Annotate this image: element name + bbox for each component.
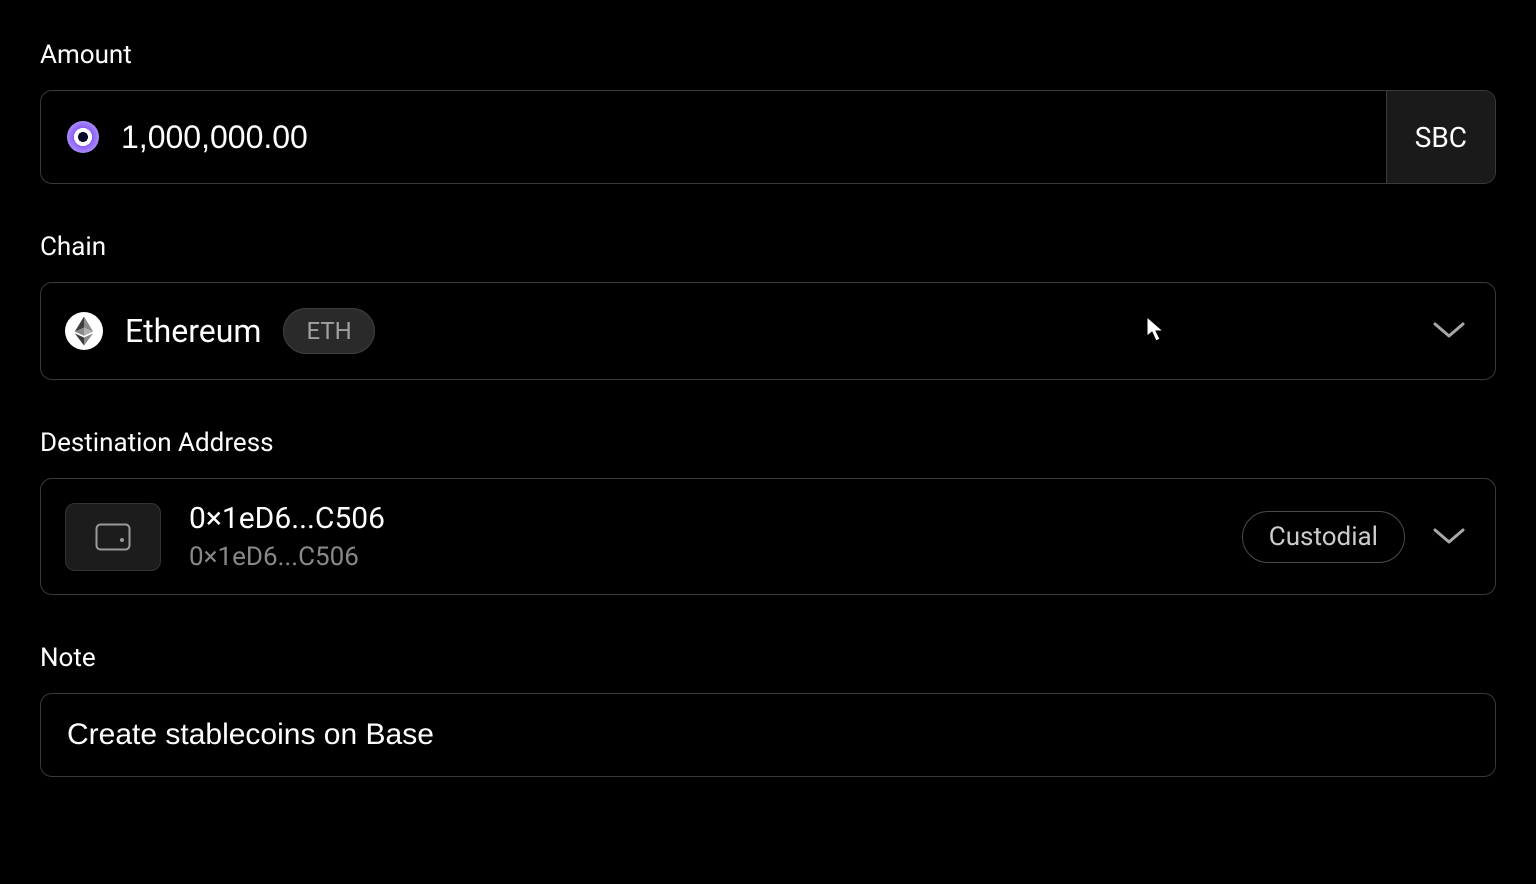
currency-badge: SBC	[1386, 91, 1495, 183]
address-main: 0×1eD6...C506	[189, 501, 385, 536]
chain-name: Ethereum	[125, 312, 261, 350]
amount-input-area[interactable]	[41, 91, 1386, 183]
chain-label: Chain	[40, 232, 1496, 262]
address-stack: 0×1eD6...C506 0×1eD6...C506	[189, 501, 385, 572]
destination-selector[interactable]: 0×1eD6...C506 0×1eD6...C506 Custodial	[40, 478, 1496, 595]
amount-label: Amount	[40, 40, 1496, 70]
wallet-icon	[95, 523, 131, 551]
sbc-token-icon	[67, 121, 99, 153]
chevron-down-icon	[1433, 322, 1465, 340]
chain-selector[interactable]: Ethereum ETH	[40, 282, 1496, 380]
destination-field: Destination Address 0×1eD6...C506 0×1eD6…	[40, 428, 1496, 595]
ethereum-icon	[65, 312, 103, 350]
amount-input-row: SBC	[40, 90, 1496, 184]
amount-input[interactable]	[121, 119, 1360, 156]
address-sub: 0×1eD6...C506	[189, 542, 385, 572]
note-label: Note	[40, 643, 1496, 673]
chain-field: Chain Ethereum ETH	[40, 232, 1496, 380]
chain-ticker-pill: ETH	[283, 308, 374, 354]
destination-label: Destination Address	[40, 428, 1496, 458]
amount-field: Amount SBC	[40, 40, 1496, 184]
note-input[interactable]	[67, 718, 1469, 752]
note-field: Note	[40, 643, 1496, 777]
chevron-down-icon	[1433, 528, 1465, 546]
note-input-row[interactable]	[40, 693, 1496, 777]
custodial-badge: Custodial	[1242, 511, 1405, 563]
wallet-icon-box	[65, 503, 161, 571]
